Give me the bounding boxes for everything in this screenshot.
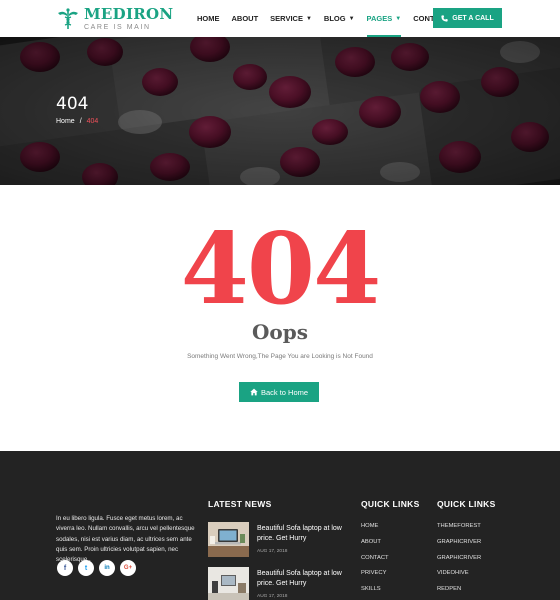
error-message: Something Went Wrong,The Page You are Lo… [187, 353, 373, 360]
quick-links-heading: QUICK LINKS [361, 499, 420, 509]
site-footer: In eu libero ligula. Fusce eget metus lo… [0, 451, 560, 600]
caduceus-icon [58, 8, 78, 29]
news-item[interactable]: Beautiful Sofa laptop at low price. Get … [208, 522, 358, 558]
quick-links-heading-2: QUICK LINKS [437, 499, 496, 509]
news-thumbnail [208, 522, 249, 557]
footer-link-graphicriver-2[interactable]: GRAPHICRIVER [437, 554, 481, 570]
footer-link-about[interactable]: ABOUT [361, 538, 389, 554]
get-a-call-label: GET A CALL [452, 14, 494, 22]
google-plus-icon[interactable]: G+ [120, 560, 136, 576]
logo-name: MEDIRON [84, 4, 174, 23]
home-icon [250, 388, 258, 396]
quick-links-list: HOME ABOUT CONTACT PRIVECY SKILLS [361, 522, 389, 600]
footer-link-themeforest[interactable]: THEMEFOREST [437, 522, 481, 538]
news-date: AUG 17, 2018 [257, 594, 288, 599]
back-to-home-button[interactable]: Back to Home [239, 382, 319, 402]
nav-service-label: SERVICE [270, 14, 303, 23]
nav-pages-label: PAGES [366, 14, 393, 23]
breadcrumb: Home / 404 [56, 118, 98, 125]
social-links: f t in G+ [57, 560, 141, 576]
nav-blog[interactable]: BLOG ▼ [324, 0, 355, 37]
news-date: AUG 17, 2018 [257, 549, 288, 554]
phone-icon [441, 14, 448, 22]
page-title: 404 [56, 94, 89, 114]
nav-home[interactable]: HOME [197, 0, 220, 37]
footer-link-home[interactable]: HOME [361, 522, 389, 538]
breadcrumb-home-link[interactable]: Home [56, 118, 75, 125]
facebook-glyph: f [63, 564, 67, 572]
google-plus-glyph: G+ [123, 565, 133, 571]
nav-blog-label: BLOG [323, 14, 346, 23]
twitter-glyph: t [84, 564, 88, 572]
footer-link-contact[interactable]: CONTACT [361, 554, 389, 570]
twitter-icon[interactable]: t [78, 560, 94, 576]
breadcrumb-separator: / [79, 118, 82, 125]
linkedin-glyph: in [104, 565, 110, 571]
get-a-call-button[interactable]: GET A CALL [433, 8, 502, 28]
facebook-icon[interactable]: f [57, 560, 73, 576]
site-header: MEDIRON CARE IS MAIN HOME ABOUT SERVICE ▼… [0, 0, 560, 37]
news-thumbnail [208, 567, 249, 600]
linkedin-icon[interactable]: in [99, 560, 115, 576]
nav-pages[interactable]: PAGES ▼ [366, 0, 402, 37]
quick-links-list-2: THEMEFOREST GRAPHICRIVER GRAPHICRIVER VI… [437, 522, 481, 600]
footer-link-skills[interactable]: SKILLS [361, 585, 389, 600]
footer-link-privacy[interactable]: PRIVECY [361, 569, 389, 585]
nav-about-label: ABOUT [231, 14, 259, 23]
logo[interactable]: MEDIRON CARE IS MAIN [56, 6, 173, 32]
caret-down-icon: ▼ [305, 15, 312, 22]
footer-link-redpen[interactable]: REDPEN [437, 585, 481, 600]
back-to-home-label: Back to Home [260, 387, 309, 397]
error-code: 404 [180, 212, 382, 327]
nav-about[interactable]: ABOUT [232, 0, 259, 37]
breadcrumb-current: 404 [86, 118, 99, 125]
caret-down-icon: ▼ [348, 15, 355, 22]
main-nav: HOME ABOUT SERVICE ▼ BLOG ▼ PAGES ▼ CONTACT [197, 0, 461, 37]
news-item[interactable]: Beautiful Sofa laptop at low price. Get … [208, 567, 358, 600]
news-title: Beautiful Sofa laptop at low price. Get … [257, 570, 342, 587]
page-banner: 404 Home / 404 [0, 37, 560, 185]
nav-service[interactable]: SERVICE ▼ [270, 0, 312, 37]
news-title: Beautiful Sofa laptop at low price. Get … [257, 525, 342, 542]
footer-about-text: In eu libero ligula. Fusce eget metus lo… [56, 515, 195, 564]
error-heading: Oops [251, 320, 308, 344]
nav-home-label: HOME [197, 14, 220, 23]
footer-link-graphicriver[interactable]: GRAPHICRIVER [437, 538, 481, 554]
logo-tagline: CARE IS MAIN [84, 23, 151, 31]
footer-link-videohive[interactable]: VIDEOHIVE [437, 569, 481, 585]
caret-down-icon: ▼ [395, 15, 402, 22]
latest-news-heading: LATEST NEWS [208, 499, 272, 509]
